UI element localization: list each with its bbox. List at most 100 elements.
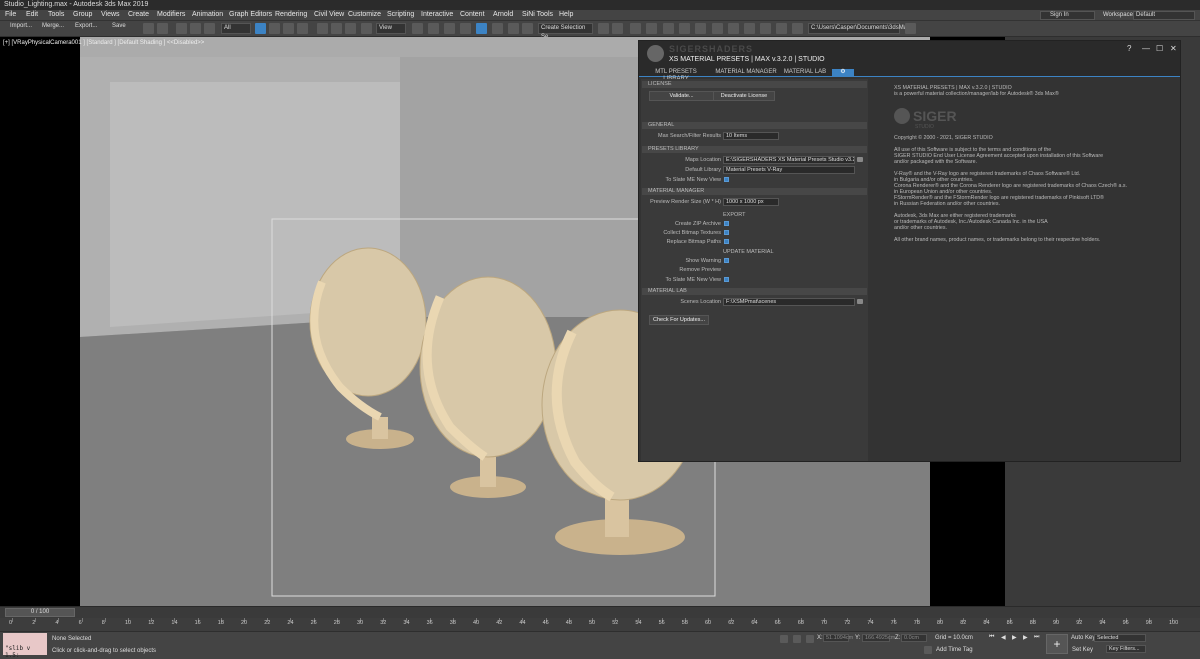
validate-button[interactable]: Validate... xyxy=(649,91,714,101)
save-button[interactable]: Save xyxy=(112,21,126,32)
key-mode-dropdown[interactable]: Selected xyxy=(1094,634,1146,642)
redo-icon[interactable] xyxy=(157,23,168,34)
pivot-icon[interactable] xyxy=(412,23,423,34)
select-object-icon[interactable] xyxy=(255,23,266,34)
menu-item-modifiers[interactable]: Modifiers xyxy=(157,11,185,18)
set-key-plus-icon[interactable]: + xyxy=(1046,634,1068,654)
preview-size-dropdown[interactable]: 1000 x 1000 px xyxy=(723,198,779,206)
material-editor-icon[interactable] xyxy=(695,23,706,34)
set-key-button[interactable]: Set Key xyxy=(1072,647,1093,653)
maximize-button[interactable]: ☐ xyxy=(1156,44,1163,53)
curve-editor-icon[interactable] xyxy=(663,23,674,34)
spinner-snap-icon[interactable] xyxy=(508,23,519,34)
slate-new-view-checkbox[interactable] xyxy=(724,177,729,182)
track-bar[interactable]: 0 2 4 6 8 10 12 14 16 18 20 22 24 26 28 30 32 34 36 38 40 42 4… xyxy=(0,618,1200,631)
time-slider[interactable]: 0 / 100 xyxy=(0,606,1200,618)
auto-key-button[interactable]: Auto Key xyxy=(1071,635,1095,641)
unlink-icon[interactable] xyxy=(190,23,201,34)
project-folder-dropdown[interactable]: C:\Users\Casper\Documents\3dsMax xyxy=(808,23,910,34)
menu-item-tools[interactable]: Tools xyxy=(48,11,64,18)
render-cloud-icon[interactable] xyxy=(792,23,803,34)
import-button[interactable]: Import... xyxy=(10,21,32,32)
menu-item-interactive[interactable]: Interactive xyxy=(421,11,453,18)
isolate-selection-icon[interactable] xyxy=(780,635,788,643)
folder-icon[interactable] xyxy=(857,299,863,304)
selection-filter-dropdown[interactable]: All xyxy=(221,23,251,34)
menu-item-views[interactable]: Views xyxy=(101,11,120,18)
menu-item-group[interactable]: Group xyxy=(73,11,92,18)
previous-frame-icon[interactable]: ◀ xyxy=(1001,634,1006,641)
menu-item-rendering[interactable]: Rendering xyxy=(275,11,307,18)
menu-item-civil-view[interactable]: Civil View xyxy=(314,11,344,18)
maps-location-field[interactable]: E:\SIGERSHADERS XS Material Presets Stud… xyxy=(723,156,855,164)
check-updates-button[interactable]: Check For Updates... xyxy=(649,315,709,325)
edit-named-selection-icon[interactable] xyxy=(522,23,533,34)
align-icon[interactable] xyxy=(612,23,623,34)
render-iterative-icon[interactable] xyxy=(760,23,771,34)
tab-material-lab[interactable]: MATERIAL LAB xyxy=(782,69,828,77)
menu-item-customize[interactable]: Customize xyxy=(348,11,381,18)
scale-icon[interactable] xyxy=(345,23,356,34)
project-folder-icon[interactable] xyxy=(905,23,916,34)
play-icon[interactable]: ▶ xyxy=(1012,634,1017,641)
tab-material-manager[interactable]: MATERIAL MANAGER xyxy=(713,69,779,77)
menu-item-graph-editors[interactable]: Graph Editors xyxy=(229,11,272,18)
menu-item-scripting[interactable]: Scripting xyxy=(387,11,414,18)
move-icon[interactable] xyxy=(317,23,328,34)
help-button[interactable]: ? xyxy=(1127,44,1131,53)
select-manipulate-icon[interactable] xyxy=(428,23,439,34)
schematic-view-icon[interactable] xyxy=(679,23,690,34)
viewport-label[interactable]: [+] [VRayPhysicalCamera001 ] [Standard ]… xyxy=(3,40,204,46)
named-selection-dropdown[interactable]: Create Selection Se xyxy=(538,23,593,40)
menu-item-help[interactable]: Help xyxy=(559,11,573,18)
selection-lock-icon[interactable] xyxy=(793,635,801,643)
menu-item-animation[interactable]: Animation xyxy=(192,11,223,18)
x-coordinate[interactable]: 51.1094cm xyxy=(823,634,853,642)
menu-item-create[interactable]: Create xyxy=(128,11,149,18)
menu-item-content[interactable]: Content xyxy=(460,11,485,18)
close-button[interactable]: ✕ xyxy=(1170,44,1177,53)
render-activeshade-icon[interactable] xyxy=(776,23,787,34)
create-zip-checkbox[interactable] xyxy=(724,221,729,226)
select-by-name-icon[interactable] xyxy=(269,23,280,34)
tab-settings[interactable]: ⚙ xyxy=(832,69,854,77)
render-setup-icon[interactable] xyxy=(712,23,723,34)
toggle-layer-explorer-icon[interactable] xyxy=(646,23,657,34)
absolute-mode-icon[interactable] xyxy=(806,635,814,643)
go-to-start-icon[interactable]: ⏮ xyxy=(989,634,994,641)
replace-paths-checkbox[interactable] xyxy=(724,239,729,244)
scenes-location-field[interactable]: F:\XSMPmat\scenes xyxy=(723,298,855,306)
keyboard-shortcut-icon[interactable] xyxy=(444,23,455,34)
slate-new-view2-checkbox[interactable] xyxy=(724,277,729,282)
maxscript-listener[interactable]: "slib v 1.5: xyxy=(3,633,47,659)
next-frame-icon[interactable]: ▶ xyxy=(1023,634,1028,641)
reference-coord-dropdown[interactable]: View xyxy=(376,23,406,34)
mirror-icon[interactable] xyxy=(598,23,609,34)
default-library-dropdown[interactable]: Material Presets V-Ray xyxy=(723,166,855,174)
time-slider-thumb[interactable]: 0 / 100 xyxy=(5,608,75,617)
deactivate-license-button[interactable]: Deactivate License xyxy=(713,91,775,101)
link-icon[interactable] xyxy=(176,23,187,34)
bind-spacewarp-icon[interactable] xyxy=(204,23,215,34)
show-warning-checkbox[interactable] xyxy=(724,258,729,263)
go-to-end-icon[interactable]: ⏭ xyxy=(1034,634,1039,641)
minimize-button[interactable]: — xyxy=(1142,44,1150,53)
collect-bitmaps-checkbox[interactable] xyxy=(724,230,729,235)
render-production-icon[interactable] xyxy=(744,23,755,34)
key-filters-button[interactable]: Key Filters... xyxy=(1106,645,1146,653)
toggle-scene-explorer-icon[interactable] xyxy=(630,23,641,34)
undo-icon[interactable] xyxy=(143,23,154,34)
window-crossing-icon[interactable] xyxy=(297,23,308,34)
snaps-toggle-icon[interactable] xyxy=(460,23,471,34)
rotate-icon[interactable] xyxy=(331,23,342,34)
selection-region-icon[interactable] xyxy=(283,23,294,34)
z-coordinate[interactable]: 0.0cm xyxy=(901,634,927,642)
folder-icon[interactable] xyxy=(857,157,863,162)
merge-button[interactable]: Merge... xyxy=(42,21,64,32)
export-button[interactable]: Export... xyxy=(75,21,97,32)
menu-item-arnold[interactable]: Arnold xyxy=(493,11,513,18)
workspaces-dropdown[interactable]: Default xyxy=(1133,11,1195,20)
y-coordinate[interactable]: 166.4925cm xyxy=(862,634,895,642)
menu-item-edit[interactable]: Edit xyxy=(26,11,38,18)
angle-snap-icon[interactable] xyxy=(476,23,487,34)
